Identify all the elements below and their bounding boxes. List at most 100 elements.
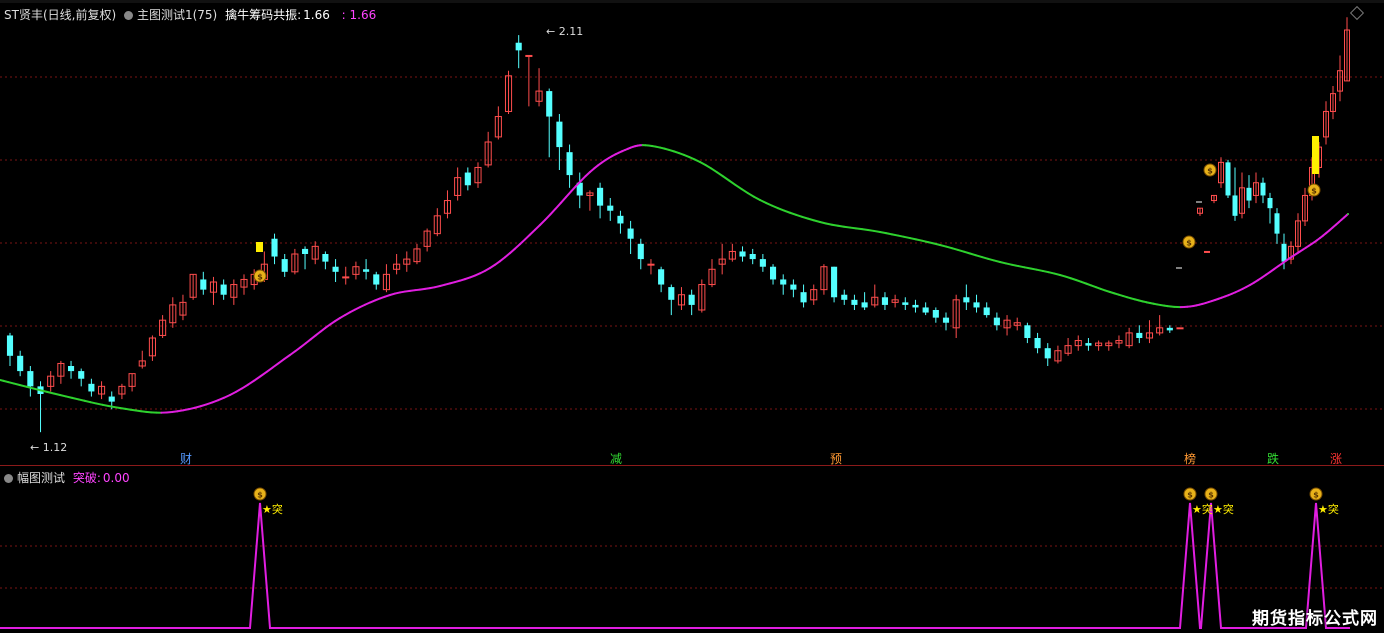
- ma-line-segment: [267, 368, 273, 372]
- event-tag: 涨: [1330, 451, 1342, 466]
- event-tag: 财: [180, 452, 192, 466]
- candle-body: [1233, 195, 1238, 215]
- candle-body: [1282, 244, 1287, 262]
- candle-body: [1167, 328, 1173, 331]
- candle-body: [902, 302, 908, 305]
- ma-line-segment: [261, 372, 267, 376]
- candle-body: [923, 307, 929, 312]
- candle-body: [770, 267, 776, 280]
- candle-body: [689, 295, 695, 305]
- ma-line-segment: [236, 388, 242, 391]
- breakout-signal-line: [0, 503, 1350, 628]
- candle-body: [790, 285, 796, 290]
- candle-body: [607, 206, 613, 211]
- breakout-star-label: ★突: [1318, 502, 1339, 516]
- candle-body: [343, 277, 349, 278]
- ma-line-segment: [279, 359, 285, 363]
- signal-bar: [256, 242, 263, 252]
- candle-body: [1205, 251, 1210, 252]
- candle-body: [801, 292, 807, 302]
- candle-body: [638, 244, 644, 259]
- candle-body: [943, 318, 949, 323]
- candle-body: [526, 55, 532, 56]
- candle-body: [882, 297, 888, 305]
- candle-body: [516, 43, 522, 51]
- low-price-label: ← 1.12: [30, 441, 67, 454]
- ma-line-segment: [754, 197, 760, 200]
- ma-line-segment: [26, 387, 33, 389]
- ma-line-segment: [515, 244, 520, 249]
- candle-body: [912, 305, 918, 308]
- candle-body: [739, 251, 745, 256]
- ma-line-segment: [284, 355, 290, 359]
- candle-body: [617, 216, 623, 224]
- money-bag-symbol: $: [257, 491, 263, 500]
- candle-body: [851, 300, 857, 305]
- candle-body: [658, 269, 664, 284]
- ma-line-segment: [273, 363, 279, 367]
- money-bag-symbol: $: [1207, 167, 1213, 176]
- ma-line-segment: [520, 239, 525, 244]
- ma-line-segment: [717, 172, 723, 176]
- kline-chart[interactable]: ← 2.11← 1.12$$$$财减预榜跌涨$★突$★突$★突$★突: [0, 0, 1384, 633]
- candle-body: [221, 285, 227, 295]
- candle-body: [282, 259, 288, 272]
- candle-body: [17, 356, 23, 371]
- signal-bar: [1312, 136, 1319, 174]
- ma-line-segment: [525, 235, 530, 240]
- watermark: 期货指标公式网: [1252, 604, 1378, 629]
- breakout-star-label: ★突: [1192, 502, 1213, 516]
- ma-line-segment: [242, 385, 248, 389]
- ma-line-segment: [561, 197, 566, 203]
- candle-body: [546, 91, 552, 116]
- candle-body: [27, 371, 33, 386]
- candle-body: [780, 279, 786, 284]
- candle-body: [1268, 198, 1273, 208]
- event-tag: 榜: [1184, 451, 1196, 466]
- breakout-star-label: ★突: [1213, 502, 1234, 516]
- event-tag: 跌: [1267, 451, 1279, 466]
- ma-line-segment: [254, 376, 260, 380]
- ma-line-segment: [248, 381, 254, 385]
- candle-body: [973, 302, 979, 307]
- money-bag-symbol: $: [1186, 239, 1192, 248]
- candle-body: [1024, 325, 1030, 338]
- candle-body: [556, 122, 562, 147]
- candle-body: [88, 384, 94, 392]
- breakout-star-label: ★突: [262, 502, 283, 516]
- ma-line-segment: [555, 203, 560, 209]
- candle-body: [271, 239, 277, 257]
- candle-body: [597, 188, 603, 206]
- ma-line-segment: [723, 176, 729, 180]
- candle-body: [668, 287, 674, 300]
- candle-body: [1085, 343, 1091, 346]
- ma-line-segment: [566, 191, 571, 197]
- candle-body: [1247, 188, 1252, 201]
- candle-body: [933, 310, 939, 318]
- ma-line-segment: [742, 189, 748, 193]
- candle-body: [841, 295, 847, 300]
- ma-line-segment: [550, 209, 555, 215]
- candle-body: [7, 335, 13, 355]
- candle-body: [648, 264, 654, 265]
- candle-body: [109, 397, 115, 402]
- candle-body: [628, 229, 634, 239]
- high-price-label: ← 2.11: [546, 25, 583, 38]
- candle-body: [1261, 183, 1266, 196]
- candle-body: [862, 302, 868, 307]
- ma-line-segment: [47, 392, 54, 394]
- ma-line-segment: [20, 385, 27, 387]
- ma-line-segment: [735, 185, 741, 189]
- candle-body: [994, 318, 1000, 326]
- money-bag-symbol: $: [1313, 491, 1319, 500]
- candle-body: [760, 259, 766, 267]
- event-tag: 预: [830, 452, 842, 466]
- candle-body: [363, 269, 369, 272]
- money-bag-symbol: $: [1187, 491, 1193, 500]
- candle-body: [322, 254, 328, 262]
- ma-line-segment: [540, 220, 545, 225]
- ma-line-segment: [535, 225, 540, 230]
- ma-line-segment: [706, 165, 712, 168]
- money-bag-symbol: $: [257, 273, 263, 282]
- money-bag-symbol: $: [1311, 187, 1317, 196]
